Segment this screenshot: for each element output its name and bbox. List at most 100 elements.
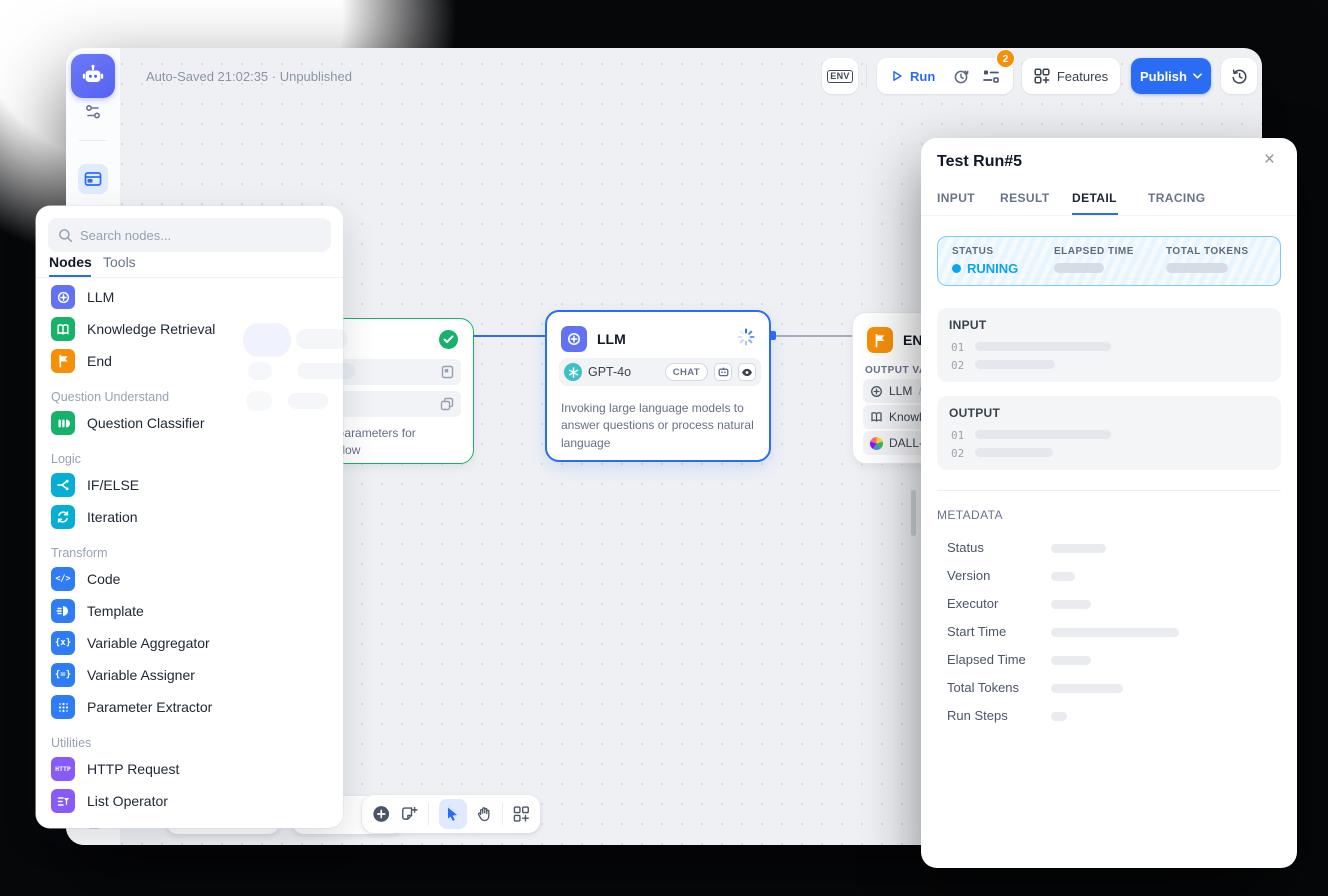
tab-nodes[interactable]: Nodes <box>49 254 92 270</box>
run-button[interactable]: Run <box>890 69 935 84</box>
node-item-http-request[interactable]: HTTP HTTP Request <box>42 753 337 785</box>
sliders-icon <box>83 104 103 120</box>
node-item-llm[interactable]: LLM <box>42 281 337 313</box>
topbar-divider <box>866 65 867 87</box>
sidebar-divider <box>79 140 107 141</box>
dalle-icon <box>870 437 883 450</box>
canvas-scrollbar[interactable] <box>911 490 916 536</box>
restore-clock-icon <box>1231 68 1248 85</box>
node-item-question-classifier[interactable]: Question Classifier <box>42 407 337 439</box>
node-search[interactable] <box>48 218 331 252</box>
search-input[interactable] <box>80 228 300 243</box>
input-skeleton <box>975 360 1055 369</box>
llm-node[interactable]: LLM GPT-4o CHAT <box>545 310 771 462</box>
robot-head-icon <box>718 367 729 377</box>
output-card: OUTPUT 01 02 <box>937 396 1281 470</box>
node-item-code[interactable]: </> Code <box>42 563 337 595</box>
eye-icon <box>741 368 753 377</box>
elapsed-time-label: ELAPSED TIME <box>1054 246 1134 257</box>
organize-nodes-button[interactable] <box>513 805 530 823</box>
publish-button[interactable]: Publish <box>1131 58 1211 94</box>
workflow-settings-button[interactable] <box>80 101 106 123</box>
edge-start-llm <box>472 335 545 337</box>
run-control-group: Run <box>877 58 1013 94</box>
status-label: STATUS <box>952 246 994 257</box>
model-selector[interactable]: GPT-4o CHAT <box>559 358 761 386</box>
tab-tracing[interactable]: TRACING <box>1148 191 1205 205</box>
meta-executor-label: Executor <box>947 596 998 611</box>
ghost-pill <box>297 363 355 379</box>
book-icon <box>870 411 883 423</box>
node-item-ifelse[interactable]: IF/ELSE <box>42 469 337 501</box>
version-history-button[interactable] <box>1221 58 1257 94</box>
output-skeleton <box>975 430 1111 439</box>
tab-detail[interactable]: DETAIL <box>1072 191 1117 205</box>
metadata-divider <box>937 490 1281 491</box>
env-button[interactable]: ENV <box>822 58 858 94</box>
tab-input[interactable]: INPUT <box>937 191 975 205</box>
chevron-down-icon <box>1193 73 1202 79</box>
checklist-icon[interactable] <box>983 69 1000 84</box>
add-note-button[interactable] <box>400 805 418 824</box>
node-item-end[interactable]: End <box>42 345 337 377</box>
meta-status-label: Status <box>947 540 984 555</box>
node-item-knowledge-retrieval[interactable]: Knowledge Retrieval <box>42 313 337 345</box>
preview-panel-button[interactable] <box>78 164 108 194</box>
hand-mode-button[interactable] <box>477 805 493 823</box>
app-logo[interactable] <box>71 54 115 98</box>
node-picker-panel: Nodes Tools LLM Knowledge Retrieval End … <box>36 206 343 828</box>
classifier-icon <box>51 411 75 435</box>
llm-icon <box>561 326 587 352</box>
node-item-template[interactable]: Template <box>42 595 337 627</box>
aggregator-icon: {x} <box>51 631 75 655</box>
meta-skeleton <box>1051 684 1123 693</box>
node-item-parameter-extractor[interactable]: Parameter Extractor <box>42 691 337 723</box>
status-card: STATUS ELAPSED TIME TOTAL TOKENS RUNING <box>937 236 1281 286</box>
metadata-title: METADATA <box>937 508 1003 522</box>
node-item-variable-assigner[interactable]: {=} Variable Assigner <box>42 659 337 691</box>
edge-llm-end <box>771 335 852 337</box>
line-number: 01 <box>951 429 964 442</box>
play-icon <box>890 69 904 83</box>
toolbar-divider <box>502 803 503 825</box>
node-item-list-operator[interactable]: List Operator <box>42 785 337 817</box>
search-icon <box>58 228 73 243</box>
http-icon: HTTP <box>51 757 75 781</box>
tab-tools[interactable]: Tools <box>103 254 136 270</box>
node-item-variable-aggregator[interactable]: {x} Variable Aggregator <box>42 627 337 659</box>
meta-run-steps-label: Run Steps <box>947 708 1008 723</box>
list-icon <box>51 789 75 813</box>
robot-icon <box>80 63 106 89</box>
llm-small-icon <box>870 385 883 398</box>
meta-skeleton <box>1051 656 1091 665</box>
input-title: INPUT <box>949 318 987 332</box>
section-transform: Transform <box>51 546 108 560</box>
tabs-divider <box>921 215 1297 216</box>
input-card: INPUT 01 02 <box>937 308 1281 382</box>
llm-node-title: LLM <box>597 331 626 347</box>
close-icon[interactable]: × <box>1264 150 1275 169</box>
run-history-icon[interactable] <box>953 68 970 85</box>
knowledge-icon <box>51 317 75 341</box>
add-node-button[interactable] <box>372 804 390 824</box>
total-tokens-label: TOTAL TOKENS <box>1166 246 1249 257</box>
meta-elapsed-label: Elapsed Time <box>947 652 1026 667</box>
tab-result[interactable]: RESULT <box>1000 191 1050 205</box>
vision-eye-chip <box>738 363 756 381</box>
meta-skeleton <box>1051 572 1075 581</box>
node-item-iteration[interactable]: Iteration <box>42 501 337 533</box>
gpt4o-icon <box>564 363 582 381</box>
iteration-icon <box>51 505 75 529</box>
features-button[interactable]: Features <box>1022 58 1120 94</box>
meta-version-label: Version <box>947 568 990 583</box>
model-name: GPT-4o <box>588 365 659 379</box>
template-icon <box>51 599 75 623</box>
assigner-icon: {=} <box>51 663 75 687</box>
env-icon: ENV <box>827 70 853 83</box>
output-title: OUTPUT <box>949 406 1000 420</box>
meta-tokens-label: Total Tokens <box>947 680 1019 695</box>
end-icon <box>51 349 75 373</box>
ghost-pill <box>296 329 348 349</box>
pointer-mode-button[interactable] <box>439 799 467 829</box>
copy-icon <box>440 397 454 411</box>
